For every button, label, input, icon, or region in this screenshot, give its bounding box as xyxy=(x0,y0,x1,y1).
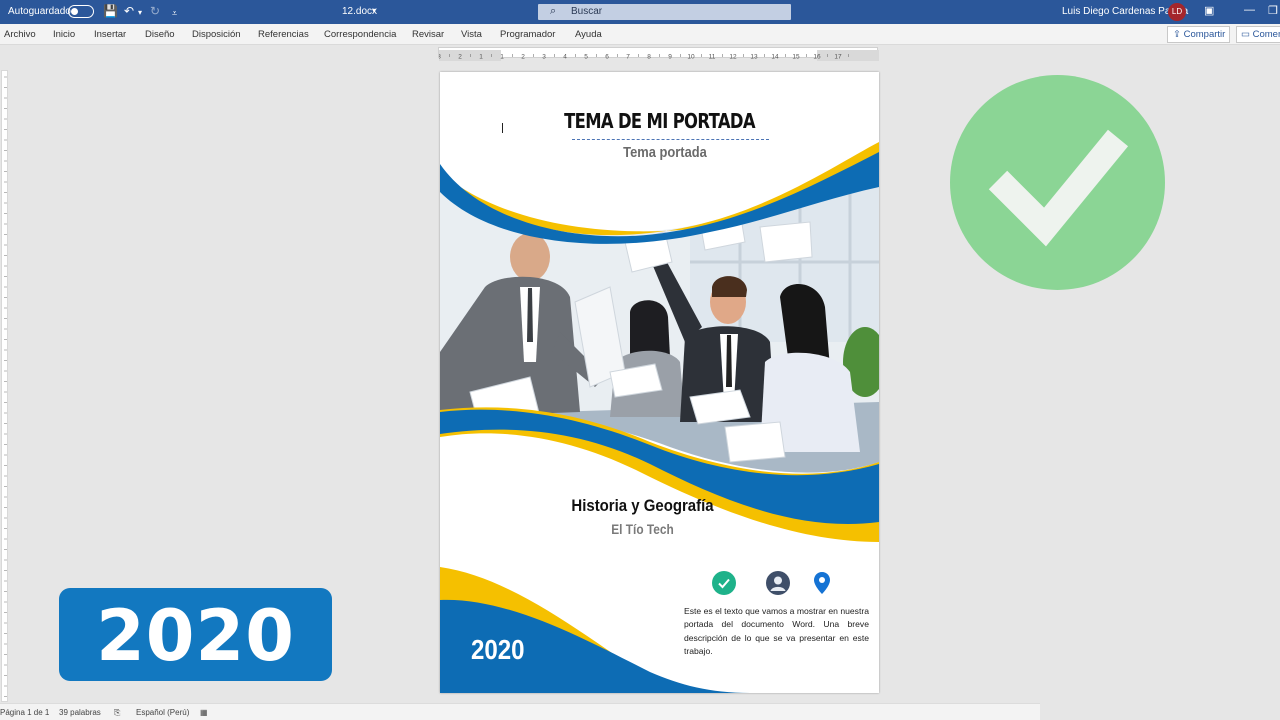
ruler-label: 1 xyxy=(500,54,504,61)
ruler-label: 9 xyxy=(668,54,672,61)
share-icon: ⇪ xyxy=(1173,29,1184,40)
tab-revisar[interactable]: Revisar xyxy=(412,29,444,40)
accessibility-icon[interactable]: ▦ xyxy=(200,708,208,717)
ruler-label: 6 xyxy=(605,54,609,61)
autosave-toggle[interactable] xyxy=(68,5,94,18)
tab-vista[interactable]: Vista xyxy=(461,29,482,40)
ruler-label: 5 xyxy=(584,54,588,61)
ruler-label: 10 xyxy=(687,54,695,61)
ruler-scale: 3211234567891011121314151617 xyxy=(437,50,879,61)
ruler-label: 15 xyxy=(792,54,800,61)
page-count[interactable]: Página 1 de 1 xyxy=(0,708,49,717)
comments-button[interactable]: ▭ Comentarios xyxy=(1236,26,1280,43)
ruler-label: 1 xyxy=(479,54,483,61)
horizontal-ruler[interactable]: 3211234567891011121314151617 xyxy=(437,47,879,61)
language-label[interactable]: Español (Perú) xyxy=(136,708,189,717)
proofing-icon[interactable]: ⎘ xyxy=(114,708,120,718)
redo-icon[interactable]: ↻ xyxy=(150,4,160,18)
search-input[interactable]: Buscar xyxy=(571,6,602,17)
ruler-label: 2 xyxy=(458,54,462,61)
title-bar: Autoguardado 💾 ↶ ▾ ↻ ⩡ 12.docx ▾ ⌕ Busca… xyxy=(0,0,1280,24)
word-count[interactable]: 39 palabras xyxy=(59,708,101,717)
title-separator xyxy=(572,139,769,140)
save-icon[interactable]: 💾 xyxy=(103,4,118,18)
ruler-label: 17 xyxy=(834,54,842,61)
tab-programador[interactable]: Programador xyxy=(500,29,555,40)
autosave-label: Autoguardado xyxy=(8,6,71,17)
author-name[interactable]: El Tío Tech xyxy=(464,522,820,537)
description-text[interactable]: Este es el texto que vamos a mostrar en … xyxy=(684,605,869,658)
vertical-ruler-scale xyxy=(4,76,7,697)
ruler-label: 3 xyxy=(542,54,546,61)
ribbon-tabs: Archivo Inicio Insertar Diseño Disposici… xyxy=(0,24,1280,45)
tab-disposicion[interactable]: Disposición xyxy=(192,29,241,40)
search-icon: ⌕ xyxy=(550,5,557,17)
subject-title[interactable]: Historia y Geografía xyxy=(464,496,820,516)
ruler-label: 12 xyxy=(729,54,737,61)
tab-referencias[interactable]: Referencias xyxy=(258,29,309,40)
share-label: Compartir xyxy=(1183,29,1226,40)
cover-subtitle[interactable]: Tema portada xyxy=(472,144,859,161)
tab-correspondencia[interactable]: Correspondencia xyxy=(324,29,396,40)
avatar[interactable]: LD xyxy=(1168,3,1186,21)
tab-ayuda[interactable]: Ayuda xyxy=(575,29,602,40)
tab-inicio[interactable]: Inicio xyxy=(53,29,75,40)
maximize-icon[interactable]: ❐ xyxy=(1268,4,1278,17)
ruler-label: 7 xyxy=(626,54,630,61)
ruler-label: 4 xyxy=(563,54,567,61)
ribbon-display-icon[interactable]: ▣ xyxy=(1204,4,1214,17)
tab-diseno[interactable]: Diseño xyxy=(145,29,175,40)
ruler-label: 2 xyxy=(521,54,525,61)
share-button[interactable]: ⇪ Compartir xyxy=(1167,26,1230,43)
comment-icon: ▭ xyxy=(1241,29,1253,40)
document-page[interactable]: TEMA DE MI PORTADA Tema portada Historia… xyxy=(440,72,879,693)
tab-archivo[interactable]: Archivo xyxy=(4,29,36,40)
vertical-ruler[interactable] xyxy=(1,70,8,702)
comments-label: Comentarios xyxy=(1252,29,1280,40)
year-badge: 2020 xyxy=(59,588,332,681)
status-bar: Página 1 de 1 39 palabras ⎘ Español (Per… xyxy=(0,703,1040,720)
year-badge-text: 2020 xyxy=(96,595,295,677)
tab-insertar[interactable]: Insertar xyxy=(94,29,126,40)
minimize-icon[interactable]: — xyxy=(1244,4,1255,16)
undo-dropdown-icon[interactable]: ▾ xyxy=(138,6,142,20)
customize-toolbar-icon[interactable]: ⩡ xyxy=(172,6,177,20)
cover-title[interactable]: TEMA DE MI PORTADA xyxy=(480,109,840,133)
ruler-label: 11 xyxy=(709,54,716,61)
ruler-label: 14 xyxy=(771,54,779,61)
check-circle-icon xyxy=(712,571,736,595)
undo-icon[interactable]: ↶ xyxy=(124,4,134,18)
large-check-icon xyxy=(950,75,1165,290)
location-pin-icon xyxy=(814,572,830,594)
cover-waves xyxy=(440,142,879,693)
cover-year[interactable]: 2020 xyxy=(471,634,525,666)
ruler-label: 16 xyxy=(813,54,821,61)
chevron-down-icon[interactable]: ▾ xyxy=(372,6,376,15)
search-box[interactable]: ⌕ Buscar xyxy=(538,4,791,20)
user-circle-icon xyxy=(766,571,790,595)
ruler-label: 13 xyxy=(750,54,758,61)
ruler-label: 8 xyxy=(647,54,651,61)
